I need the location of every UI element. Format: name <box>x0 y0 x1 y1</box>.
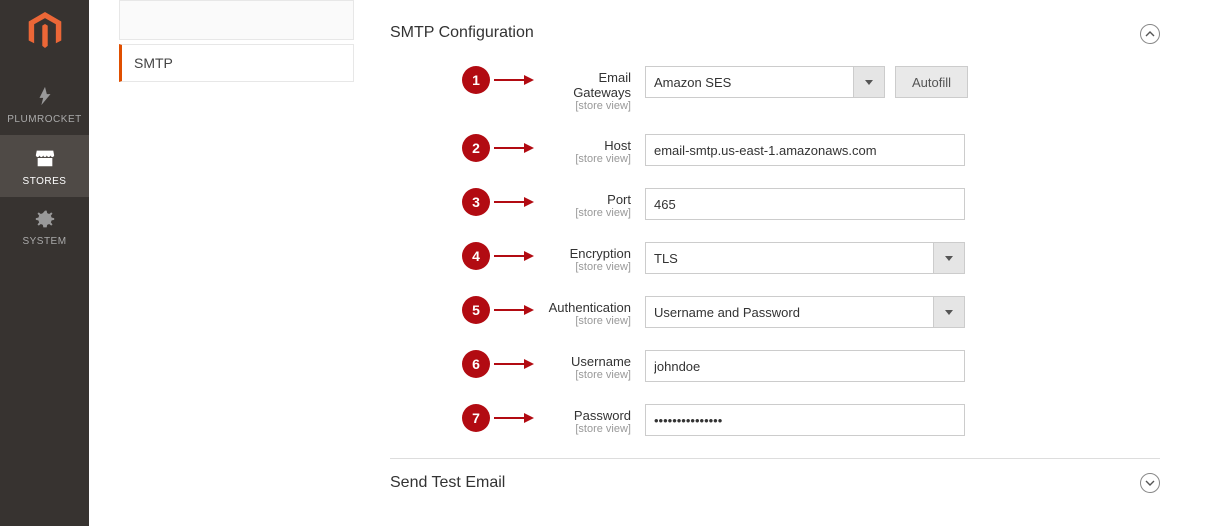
caret-down-icon <box>864 77 874 87</box>
caret-down-icon <box>944 253 954 263</box>
section-title: SMTP Configuration <box>390 24 1160 42</box>
select-caret[interactable] <box>933 242 965 274</box>
callout-badge: 4 <box>462 242 490 270</box>
field-label: Password <box>540 408 631 423</box>
callout-badge: 7 <box>462 404 490 432</box>
field-label: Authentication <box>540 300 631 315</box>
arrow-icon <box>494 357 534 371</box>
field-scope: [store view] <box>540 153 631 165</box>
nav-item-system[interactable]: SYSTEM <box>0 197 89 257</box>
field-label: Encryption <box>540 246 631 261</box>
row-email-gateways: 1 Email Gateways [store view] Amazon SES… <box>390 66 1160 112</box>
autofill-button[interactable]: Autofill <box>895 66 968 98</box>
arrow-icon <box>494 303 534 317</box>
config-subnav: SMTP <box>89 0 354 526</box>
section-send-test-email: Send Test Email <box>390 458 1160 493</box>
row-username: 6 Username [store view] <box>390 350 1160 382</box>
section2-title: Send Test Email <box>390 474 505 492</box>
magento-logo-icon <box>28 12 62 50</box>
field-scope: [store view] <box>540 207 631 219</box>
field-label: Username <box>540 354 631 369</box>
gear-icon <box>0 209 89 232</box>
callout-badge: 5 <box>462 296 490 324</box>
chevron-down-icon <box>1145 478 1155 488</box>
arrow-icon <box>494 73 534 87</box>
nav-label: STORES <box>0 176 89 187</box>
field-scope: [store view] <box>540 261 631 273</box>
field-label: Host <box>540 138 631 153</box>
authentication-select[interactable]: Username and Password <box>645 296 933 328</box>
chevron-up-icon <box>1145 29 1155 39</box>
caret-down-icon <box>944 307 954 317</box>
arrow-icon <box>494 141 534 155</box>
magento-logo <box>28 12 62 53</box>
arrow-icon <box>494 195 534 209</box>
control: Amazon SES Autofill <box>645 66 968 98</box>
field-label: Port <box>540 192 631 207</box>
row-port: 3 Port [store view] <box>390 188 1160 220</box>
password-input[interactable] <box>645 404 965 436</box>
subnav-group-header[interactable] <box>119 0 354 40</box>
subnav-item-smtp[interactable]: SMTP <box>119 44 354 82</box>
arrow-icon <box>494 249 534 263</box>
arrow-icon <box>494 411 534 425</box>
row-host: 2 Host [store view] <box>390 134 1160 166</box>
encryption-select[interactable]: TLS <box>645 242 933 274</box>
host-input[interactable] <box>645 134 965 166</box>
stores-icon <box>0 147 89 172</box>
select-caret[interactable] <box>853 66 885 98</box>
field-label: Email Gateways <box>540 70 631 100</box>
nav-item-plumrocket[interactable]: PLUMROCKET <box>0 73 89 135</box>
field-scope: [store view] <box>540 423 631 435</box>
callout-badge: 6 <box>462 350 490 378</box>
callout-badge: 2 <box>462 134 490 162</box>
row-password: 7 Password [store view] <box>390 404 1160 436</box>
field-scope: [store view] <box>540 100 631 112</box>
port-input[interactable] <box>645 188 965 220</box>
row-encryption: 4 Encryption [store view] TLS <box>390 242 1160 274</box>
main-content: SMTP Configuration 1 Email Gateways [sto… <box>354 0 1206 526</box>
collapse-toggle[interactable] <box>1140 24 1160 44</box>
nav-label: SYSTEM <box>0 236 89 247</box>
field-scope: [store view] <box>540 315 631 327</box>
nav-item-stores[interactable]: STORES <box>0 135 89 197</box>
admin-sidebar: PLUMROCKET STORES SYSTEM <box>0 0 89 526</box>
select-caret[interactable] <box>933 296 965 328</box>
callout-badge: 3 <box>462 188 490 216</box>
expand-toggle[interactable] <box>1140 473 1160 493</box>
username-input[interactable] <box>645 350 965 382</box>
row-authentication: 5 Authentication [store view] Username a… <box>390 296 1160 328</box>
field-scope: [store view] <box>540 369 631 381</box>
email-gateways-select[interactable]: Amazon SES <box>645 66 853 98</box>
callout-badge: 1 <box>462 66 490 94</box>
plumrocket-icon <box>0 85 89 110</box>
nav-label: PLUMROCKET <box>0 114 89 125</box>
